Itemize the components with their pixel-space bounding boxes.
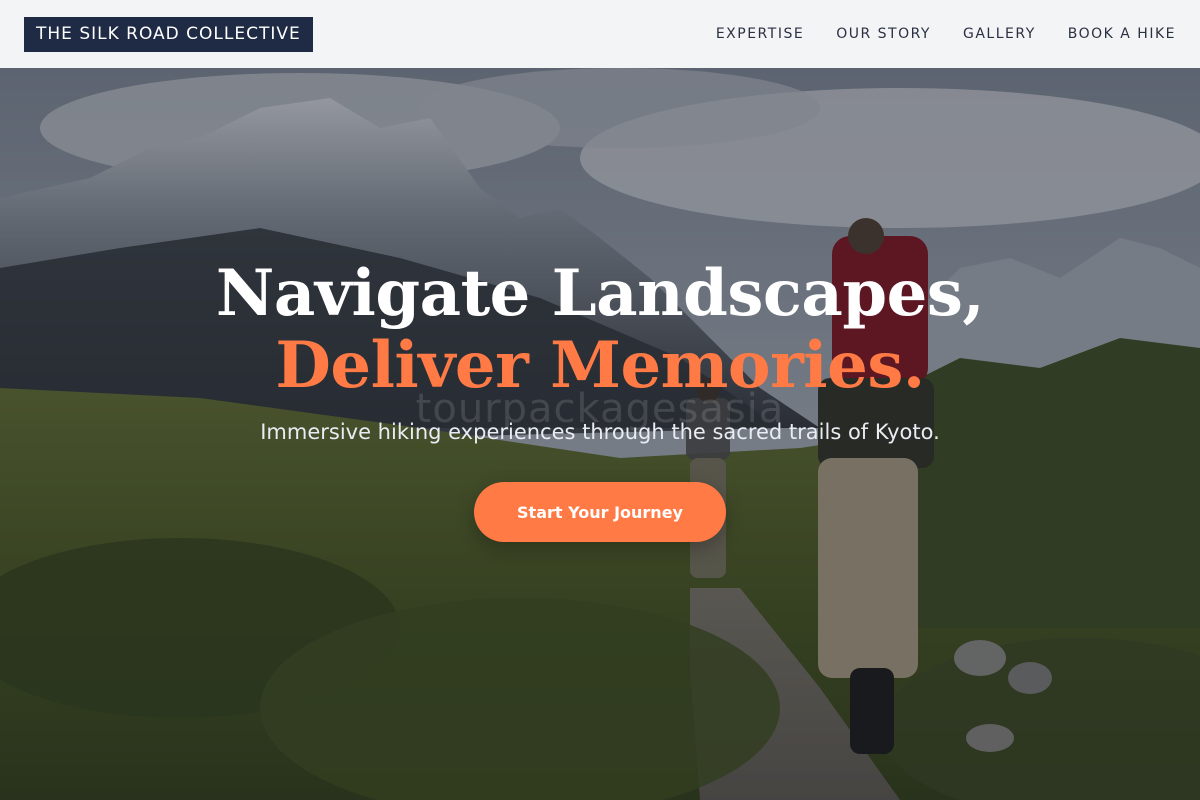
hero-content: Navigate Landscapes, Deliver Memories. t… [0,68,1200,800]
hero-headline-line1: Navigate Landscapes, [215,256,985,331]
nav-link-book-a-hike[interactable]: BOOK A HIKE [1068,26,1176,42]
main-nav: EXPERTISE OUR STORY GALLERY BOOK A HIKE [716,26,1176,42]
start-journey-button[interactable]: Start Your Journey [474,482,726,542]
nav-link-gallery[interactable]: GALLERY [963,26,1036,42]
nav-link-our-story[interactable]: OUR STORY [836,26,931,42]
brand-logo[interactable]: THE SILK ROAD COLLECTIVE [24,16,313,52]
hero-section: Navigate Landscapes, Deliver Memories. t… [0,68,1200,800]
nav-link-expertise[interactable]: EXPERTISE [716,26,804,42]
hero-subtitle: Immersive hiking experiences through the… [260,420,940,444]
site-header: THE SILK ROAD COLLECTIVE EXPERTISE OUR S… [0,0,1200,68]
